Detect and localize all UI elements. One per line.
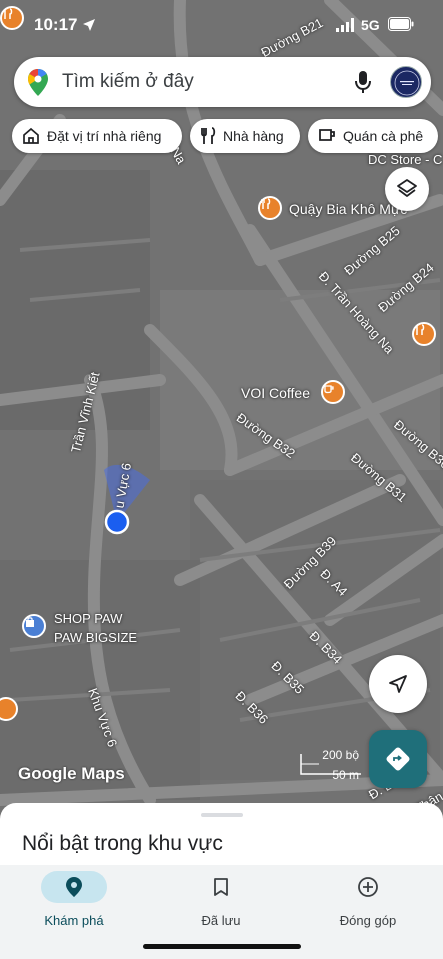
nav-explore[interactable]: Khám phá [14,871,134,928]
nav-label: Đã lưu [201,913,241,928]
shopping-bag-icon[interactable] [22,614,46,638]
place-label-shop-paw[interactable]: SHOP PAW [54,611,122,626]
sheet-drag-handle[interactable] [201,813,243,817]
place-label-shop-paw[interactable]: PAW BIGSIZE [54,630,137,645]
place-label-voi-coffee[interactable]: VOI Coffee [241,385,310,401]
layers-icon [397,179,417,197]
battery-icon [388,17,414,31]
home-icon [23,127,39,144]
location-arrow-icon [83,19,95,31]
search-bar[interactable]: Tìm kiếm ở đây [14,57,431,107]
status-time: 10:17 [34,15,78,34]
restaurant-icon [201,127,216,144]
directions-icon [386,747,410,771]
sheet-title: Nổi bật trong khu vực [22,832,223,855]
nav-contribute[interactable]: Đóng góp [308,871,428,928]
scale-bar: 200 bộ 50 m [299,748,363,784]
coffee-icon [319,129,335,141]
beer-icon[interactable] [258,196,282,220]
nav-saved[interactable]: Đã lưu [161,871,281,928]
add-circle-icon [358,877,378,897]
chip-label: Đặt vị trí nhà riêng [47,128,162,144]
bookmark-icon [214,878,228,896]
scale-imperial: 200 bộ [322,748,359,762]
chip-set-home[interactable]: Đặt vị trí nhà riêng [12,119,182,153]
signal-icon [336,18,354,32]
chip-label: Quán cà phê [343,128,424,144]
microphone-icon[interactable] [355,70,371,94]
nav-label: Khám phá [44,913,104,928]
google-maps-pin-icon [28,69,48,96]
layers-button[interactable] [385,167,429,211]
explore-pin-icon [66,877,82,897]
directions-button[interactable] [369,730,427,788]
home-indicator [143,944,301,949]
status-bar: 10:17 5G [0,0,443,50]
place-label: DC Store - C [368,152,443,167]
chip-restaurants[interactable]: Nhà hàng [190,119,300,153]
my-location-button[interactable] [369,655,427,713]
restaurant-pin-icon[interactable] [412,322,436,346]
scale-metric: 50 m [332,768,359,782]
bottom-sheet[interactable]: Nổi bật trong khu vực [0,803,443,873]
search-input[interactable]: Tìm kiếm ở đây [62,71,194,93]
account-avatar[interactable] [390,66,422,98]
network-type: 5G [361,17,380,33]
chip-label: Nhà hàng [223,128,284,144]
coffee-pin-icon[interactable] [321,380,345,404]
navigation-arrow-icon [389,675,407,693]
google-maps-logo: Google Maps [18,764,125,783]
nav-label: Đóng góp [339,913,397,928]
chip-coffee[interactable]: Quán cà phê [308,119,438,153]
